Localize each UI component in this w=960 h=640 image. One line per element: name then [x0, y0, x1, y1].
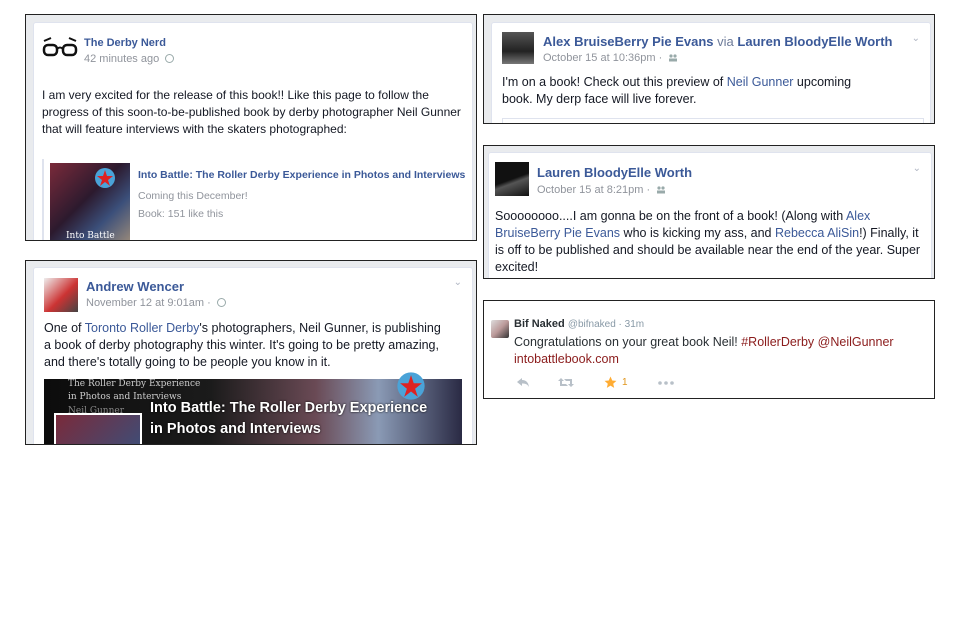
text-segment: who is kicking my ass, and — [620, 226, 775, 240]
author-name[interactable]: The Derby Nerd — [84, 37, 166, 49]
url-link[interactable]: intobattlebook.com — [514, 352, 619, 366]
reply-icon[interactable] — [516, 377, 530, 388]
tweet-text: Congratulations on your great book Neil!… — [514, 334, 924, 368]
glasses-logo-icon[interactable] — [42, 35, 78, 63]
attachment-subtitle: Coming this December! — [138, 190, 248, 202]
post-card: Lauren BloodyElle Worth October 15 at 8:… — [488, 152, 932, 278]
via-label: via — [717, 34, 734, 49]
post-timestamp[interactable]: November 12 at 9:01am · — [86, 297, 226, 309]
friends-icon — [657, 186, 666, 194]
post-timestamp[interactable]: 42 minutes ago — [84, 53, 175, 65]
hashtag-link[interactable]: #RollerDerby — [741, 335, 814, 349]
avatar[interactable] — [44, 278, 78, 312]
tweet-header: Bif Naked @bifnaked · 31m — [514, 318, 644, 330]
attachment-likes[interactable]: Book: 151 like this — [138, 208, 223, 220]
post-timestamp[interactable]: October 15 at 10:36pm · — [543, 52, 678, 64]
mention-link-rebecca[interactable]: Rebecca AliSin — [775, 226, 859, 240]
globe-icon — [216, 298, 226, 307]
text-segment: One of — [44, 321, 85, 335]
derby-nerd-post-panel: The Derby Nerd 42 minutes ago I am very … — [25, 14, 477, 241]
timestamp-text: October 15 at 8:21pm · — [537, 184, 651, 196]
text-segment: I'm on a book! Check out this preview of — [502, 75, 727, 89]
text-segment: Congratulations on your great book Neil! — [514, 335, 742, 349]
andrew-post-panel: Andrew Wencer November 12 at 9:01am · ⌄ … — [25, 260, 477, 445]
post-text: I'm on a book! Check out this preview of… — [502, 74, 852, 108]
post-card: The Derby Nerd 42 minutes ago I am very … — [33, 22, 473, 241]
post-options-chevron-icon[interactable]: ⌄ — [454, 277, 462, 288]
favorite-star-icon[interactable] — [604, 376, 617, 389]
timestamp-text: 42 minutes ago — [84, 53, 160, 65]
author-name[interactable]: Alex BruiseBerry Pie Evans — [543, 34, 714, 49]
timestamp-text: November 12 at 9:01am · — [86, 297, 211, 309]
bif-naked-tweet-panel: Bif Naked @bifnaked · 31m Congratulation… — [483, 300, 935, 399]
attachment-thumbnail[interactable]: Into Battle — [50, 163, 130, 241]
retweet-icon[interactable] — [558, 377, 574, 388]
banner-thumbnail — [54, 413, 142, 444]
avatar[interactable] — [491, 320, 509, 338]
lauren-post-panel: Lauren BloodyElle Worth October 15 at 8:… — [483, 145, 935, 279]
more-options-icon[interactable] — [658, 381, 674, 385]
star-helmet-icon — [397, 372, 425, 400]
author-name[interactable]: Lauren BloodyElle Worth — [537, 165, 692, 180]
author-line: Alex BruiseBerry Pie Evans via Lauren Bl… — [543, 34, 892, 49]
mention-link[interactable]: @NeilGunner — [818, 335, 894, 349]
post-card: Alex BruiseBerry Pie Evans via Lauren Bl… — [491, 22, 931, 123]
banner-title: Into Battle: The Roller Derby Experience — [150, 400, 428, 416]
alex-post-panel: Alex BruiseBerry Pie Evans via Lauren Bl… — [483, 14, 935, 124]
friends-icon — [669, 54, 678, 62]
avatar[interactable] — [495, 162, 529, 196]
star-helmet-icon — [95, 168, 115, 188]
banner-title: in Photos and Interviews — [150, 421, 321, 437]
attachment-preview-edge — [502, 118, 924, 123]
tweet-actions: 1 — [514, 375, 714, 391]
book-banner-image[interactable]: The Roller Derby Experience in Photos an… — [44, 372, 462, 444]
author-name[interactable]: Andrew Wencer — [86, 279, 184, 294]
thumbnail-caption: Into Battle — [66, 231, 115, 241]
attachment-title[interactable]: Into Battle: The Roller Derby Experience… — [138, 169, 465, 181]
post-options-chevron-icon[interactable]: ⌄ — [912, 33, 920, 44]
avatar[interactable] — [502, 32, 534, 64]
mention-link[interactable]: Neil Gunner — [727, 75, 794, 89]
favorite-count: 1 — [622, 377, 628, 388]
page-link[interactable]: Toronto Roller Derby — [85, 321, 200, 335]
text-segment: Soooooooo....I am gonna be on the front … — [495, 209, 846, 223]
post-text: One of Toronto Roller Derby's photograph… — [44, 320, 449, 371]
post-text: I am very excited for the release of thi… — [42, 88, 461, 136]
globe-icon — [165, 54, 175, 63]
banner-subtitle: The Roller Derby Experience — [68, 379, 201, 389]
tweet-author-name[interactable]: Bif Naked — [514, 318, 565, 330]
timestamp-text: October 15 at 10:36pm · — [543, 52, 663, 64]
post-card: Andrew Wencer November 12 at 9:01am · ⌄ … — [33, 267, 473, 444]
link-attachment[interactable]: Into Battle Into Battle: The Roller Derb… — [42, 159, 472, 241]
post-text: Soooooooo....I am gonna be on the front … — [495, 208, 923, 276]
tweet-handle-time[interactable]: @bifnaked · 31m — [568, 319, 644, 330]
post-options-chevron-icon[interactable]: ⌄ — [913, 163, 921, 174]
post-timestamp[interactable]: October 15 at 8:21pm · — [537, 184, 666, 196]
via-author-name[interactable]: Lauren BloodyElle Worth — [737, 34, 892, 49]
